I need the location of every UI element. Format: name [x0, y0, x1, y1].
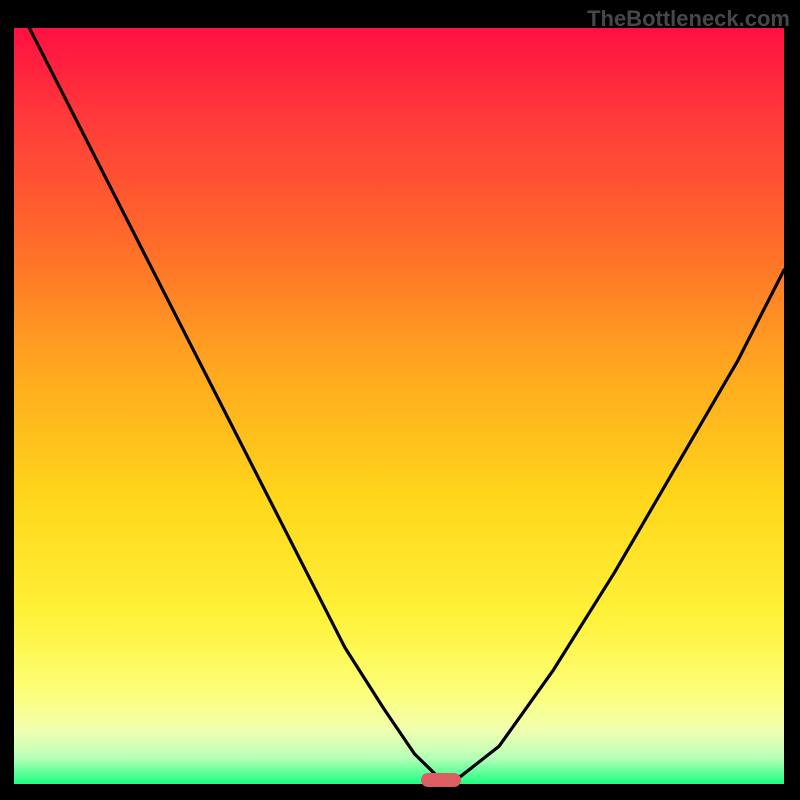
- optimal-marker: [421, 773, 461, 787]
- plot-area: [14, 28, 784, 784]
- bottleneck-chart: TheBottleneck.com: [0, 0, 800, 800]
- chart-svg: [14, 28, 784, 784]
- watermark-label: TheBottleneck.com: [587, 6, 790, 32]
- gradient-background: [14, 28, 784, 784]
